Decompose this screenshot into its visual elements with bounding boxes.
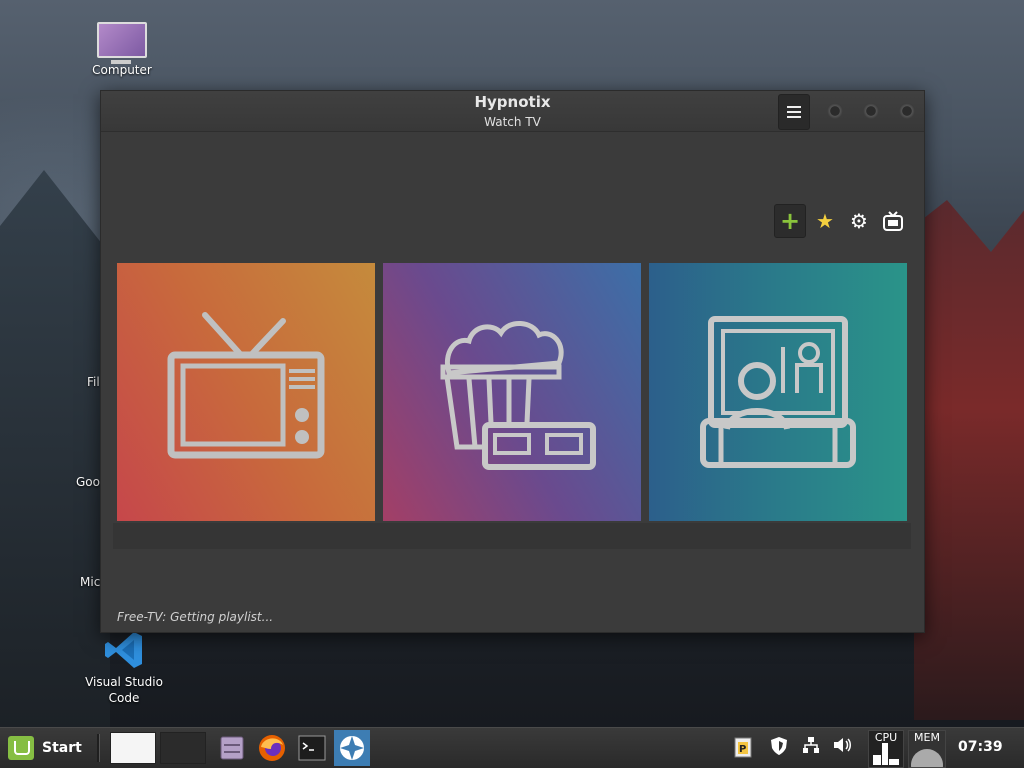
category-tiles (113, 263, 911, 549)
menu-line (787, 116, 801, 118)
gear-icon: ⚙ (850, 209, 868, 233)
terminal-launcher[interactable] (296, 732, 328, 764)
clock[interactable]: 07:39 (958, 739, 1003, 755)
file-cabinet-icon (220, 736, 244, 760)
cpu-monitor[interactable]: CPU (868, 730, 904, 768)
desktop-icon-label: Computer (92, 63, 152, 77)
desktop-icon-vscode[interactable]: Visual Studio Code (76, 628, 172, 706)
memory-monitor[interactable]: MEM (908, 730, 946, 768)
tile-series[interactable] (645, 263, 911, 549)
cpu-bar (889, 759, 899, 765)
menu-line (787, 111, 801, 113)
mem-gauge (911, 749, 943, 767)
hypnotix-window: Hypnotix Watch TV + ★ ⚙ Free-TV: Getting… (100, 90, 925, 633)
taskbar: Start P CPU MEM 07:39 (0, 727, 1024, 768)
tile-footer (379, 523, 645, 549)
tile-footer (113, 523, 379, 549)
favorites-button[interactable]: ★ (810, 205, 840, 237)
hypnotix-task-button[interactable] (334, 730, 370, 766)
tile-movies[interactable] (379, 263, 645, 549)
hypnotix-icon (340, 736, 364, 760)
start-label: Start (42, 740, 82, 756)
series-watcher-icon (700, 316, 856, 468)
files-launcher[interactable] (216, 732, 248, 764)
desktop-icon-computer[interactable]: Computer (74, 22, 170, 78)
taskbar-separator (97, 734, 100, 762)
start-menu-button[interactable]: Start (8, 736, 82, 760)
computer-icon (97, 22, 147, 64)
menu-line (787, 106, 801, 108)
terminal-icon (298, 735, 326, 761)
linux-mint-icon (8, 736, 34, 760)
workspace-1[interactable] (110, 732, 156, 764)
status-text: Free-TV: Getting playlist... (117, 610, 274, 624)
svg-text:P: P (739, 744, 746, 755)
desktop-partial-label: Mic (80, 575, 101, 589)
vscode-icon (105, 632, 142, 668)
toolbar: + ★ ⚙ (774, 204, 908, 238)
network-icon[interactable] (802, 736, 820, 758)
desktop-partial-label: Goo (76, 475, 100, 489)
workspace-2[interactable] (160, 732, 206, 764)
tile-footer (645, 523, 911, 549)
cpu-bar (882, 743, 888, 765)
desktop-icon-label: Visual Studio Code (85, 675, 163, 705)
television-icon (167, 312, 325, 459)
tile-tv[interactable] (113, 263, 379, 549)
tv-mode-button[interactable] (878, 205, 908, 237)
firefox-icon (259, 735, 285, 761)
star-icon: ★ (816, 209, 834, 233)
cpu-bar (873, 755, 881, 765)
popcorn-icon (440, 321, 596, 470)
minimize-button[interactable] (827, 103, 843, 119)
close-button[interactable] (899, 103, 915, 119)
mem-label: MEM (914, 731, 940, 744)
wallpaper-mountain-right (914, 200, 1024, 720)
maximize-button[interactable] (863, 103, 879, 119)
plus-icon: + (779, 207, 801, 235)
titlebar[interactable]: Hypnotix Watch TV (101, 91, 924, 132)
parcellite-icon[interactable]: P (734, 736, 752, 762)
hamburger-menu-button[interactable] (778, 94, 810, 130)
volume-icon[interactable] (832, 736, 852, 758)
desktop-partial-label: Fil (87, 375, 100, 389)
tv-icon (883, 211, 903, 231)
shield-icon[interactable] (770, 736, 788, 760)
settings-button[interactable]: ⚙ (844, 205, 874, 237)
firefox-launcher[interactable] (256, 732, 288, 764)
add-provider-button[interactable]: + (774, 204, 806, 238)
